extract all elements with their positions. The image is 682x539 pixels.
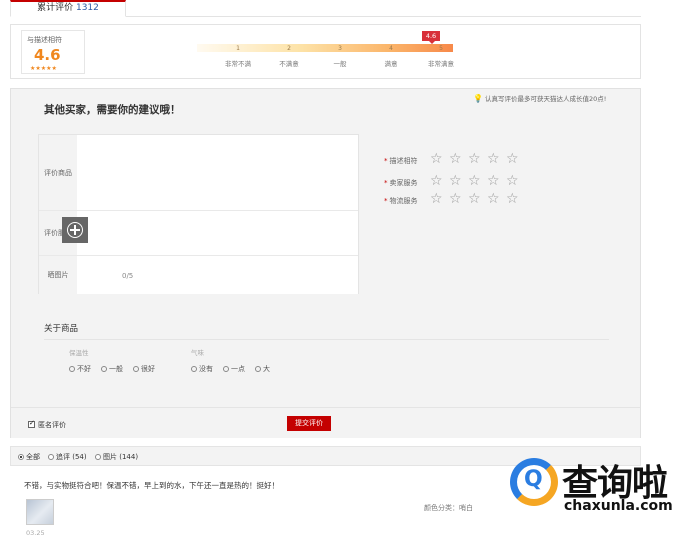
rating-logistics: * 物流服务 xyxy=(384,196,418,206)
review-content: 不错，与实物挺符合吧！保温不错，早上到的水，下午还一直是热的！挺好！ xyxy=(24,481,279,490)
star-icon[interactable]: ☆ xyxy=(449,152,463,166)
score-value: 4.6 xyxy=(34,46,61,64)
rating-description: * 描述相符 xyxy=(384,156,418,166)
score-stars-icon: ★★★★★ xyxy=(30,65,57,72)
bar-number: 5 xyxy=(439,45,443,52)
star-icon[interactable]: ☆ xyxy=(487,174,501,188)
attribute-name: 气味 xyxy=(191,349,204,357)
star-icon[interactable]: ☆ xyxy=(449,192,463,206)
watermark-logo: 查询啦 chaxunla.com xyxy=(500,448,682,528)
bar-number: 3 xyxy=(338,45,342,52)
required-mark: * xyxy=(384,157,388,165)
star-icon[interactable]: ☆ xyxy=(430,174,444,188)
bar-label: 非常满意 xyxy=(428,60,454,68)
radio-icon xyxy=(101,366,107,372)
bar-number: 1 xyxy=(236,45,240,52)
attribute-name: 保温性 xyxy=(69,349,89,357)
about-product-title: 关于商品 xyxy=(44,324,79,334)
review-form-table: 评价商品 评价服务 晒图片 xyxy=(38,134,359,294)
tab-label: 累计评价 xyxy=(37,3,74,13)
star-icon[interactable]: ☆ xyxy=(449,174,463,188)
radio-icon xyxy=(191,366,197,372)
required-mark: * xyxy=(384,197,388,205)
rating-label: 物流服务 xyxy=(389,197,418,205)
bar-label: 满意 xyxy=(384,60,398,68)
star-icon[interactable]: ☆ xyxy=(430,192,444,206)
star-icon[interactable]: ☆ xyxy=(506,152,520,166)
tip: 💡 认真写评价最多可获天猫达人成长值20点! xyxy=(473,93,606,103)
row-photos: 晒图片 xyxy=(39,256,358,294)
search-logo-icon xyxy=(510,458,558,506)
star-icon[interactable]: ☆ xyxy=(506,192,520,206)
row-product-review: 评价商品 xyxy=(39,135,358,211)
review-form-panel: 其他买家，需要你的建议哦！ 💡 认真写评价最多可获天猫达人成长值20点! 评价商品… xyxy=(10,88,641,438)
star-icon[interactable]: ☆ xyxy=(468,152,482,166)
star-icon[interactable]: ☆ xyxy=(487,192,501,206)
star-icon[interactable]: ☆ xyxy=(430,152,444,166)
review-date: 03.25 xyxy=(26,529,45,537)
star-icon[interactable]: ☆ xyxy=(468,174,482,188)
watermark-domain: chaxunla.com xyxy=(564,498,673,514)
photo-field xyxy=(77,256,358,294)
review-photo-thumbnail[interactable] xyxy=(26,499,54,525)
radio-icon xyxy=(48,454,54,460)
photo-count: 0/5 xyxy=(122,272,134,280)
anonymous-label: 匿名评价 xyxy=(38,421,66,429)
radio-icon xyxy=(255,366,261,372)
radio-icon xyxy=(133,366,139,372)
star-icon[interactable]: ☆ xyxy=(506,174,520,188)
form-title: 其他买家，需要你的建议哦！ xyxy=(44,104,181,116)
attribute-option[interactable]: 一般 xyxy=(101,364,123,374)
attribute-option[interactable]: 大 xyxy=(255,364,270,374)
score-label: 与描述相符 xyxy=(27,36,62,44)
score-block: 与描述相符 4.6 ★★★★★ xyxy=(21,30,85,74)
rating-label: 卖家服务 xyxy=(389,179,418,187)
service-review-textarea[interactable] xyxy=(77,211,358,255)
tip-text: 认真写评价最多可获天猫达人成长值20点! xyxy=(484,95,607,103)
product-review-textarea[interactable] xyxy=(77,135,358,210)
anonymous-checkbox[interactable]: 匿名评价 xyxy=(28,419,66,430)
tab-count: 1312 xyxy=(75,3,99,13)
required-mark: * xyxy=(384,179,388,187)
attribute-option[interactable]: 不好 xyxy=(69,364,91,374)
filter-follow-up[interactable]: 追评 (54) xyxy=(48,452,87,462)
tab-reviews[interactable]: 累计评价 1312 xyxy=(10,0,126,17)
filter-all[interactable]: 全部 xyxy=(18,452,40,462)
rating-label: 描述相符 xyxy=(389,157,418,165)
bar-label: 一般 xyxy=(333,60,347,68)
row-label: 评价商品 xyxy=(39,135,77,210)
star-icon[interactable]: ☆ xyxy=(468,192,482,206)
review-sku: 颜色分类：哨白 xyxy=(424,504,473,512)
rating-marker: 4.6 xyxy=(422,31,440,44)
filter-photos[interactable]: 图片 (144) xyxy=(95,452,138,462)
bar-number: 4 xyxy=(389,45,393,52)
row-label: 晒图片 xyxy=(39,256,77,294)
bar-label: 不满意 xyxy=(279,60,299,68)
add-photo-icon[interactable] xyxy=(62,217,88,243)
divider xyxy=(44,339,609,340)
star-icon[interactable]: ☆ xyxy=(487,152,501,166)
rating-summary: 与描述相符 4.6 ★★★★★ 4.6 1 2 3 4 5 非常不满 不满意 一… xyxy=(10,24,641,79)
form-footer: 匿名评价 提交评价 xyxy=(11,407,640,438)
lightbulb-icon: 💡 xyxy=(473,94,483,103)
attribute-option[interactable]: 很好 xyxy=(133,364,155,374)
rating-seller-service: * 卖家服务 xyxy=(384,178,418,188)
radio-icon xyxy=(69,366,75,372)
checkbox-checked-icon xyxy=(28,419,35,428)
bar-label: 非常不满 xyxy=(225,60,251,68)
attribute-option[interactable]: 一点 xyxy=(223,364,245,374)
bar-number: 2 xyxy=(287,45,291,52)
radio-icon xyxy=(223,366,229,372)
radio-selected-icon xyxy=(18,454,24,460)
attribute-option[interactable]: 没有 xyxy=(191,364,213,374)
radio-icon xyxy=(95,454,101,460)
submit-review-button[interactable]: 提交评价 xyxy=(287,416,331,431)
